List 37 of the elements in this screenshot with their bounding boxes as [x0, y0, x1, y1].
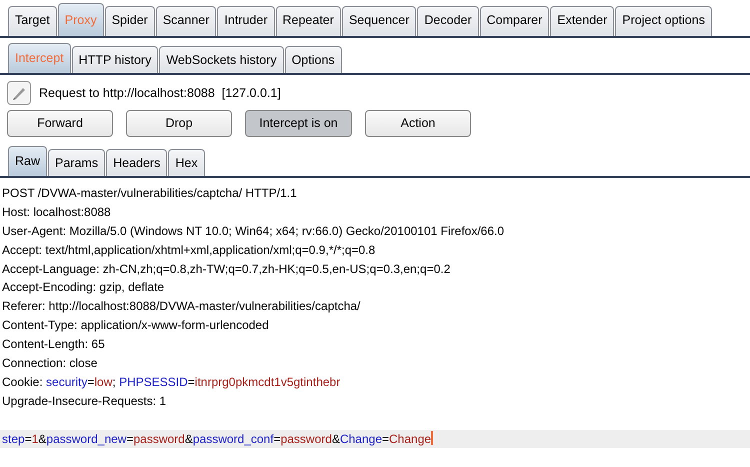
request-line: Content-Length: 65	[2, 337, 105, 352]
request-line: Accept-Encoding: gzip, deflate	[2, 280, 164, 294]
request-line: Cookie: security=low; PHPSESSID=itnrprg0pkmcdt1v5gtinthebr	[2, 374, 340, 389]
main-tab[interactable]: Sequencer	[342, 6, 416, 36]
request-line: POST /DVWA-master/vulnerabilities/captcha/ HTTP/1.1	[2, 186, 297, 200]
sub-tab[interactable]: Options	[284, 46, 342, 73]
action-button[interactable]: Drop	[126, 110, 232, 137]
editor-tab[interactable]: Raw	[8, 146, 48, 176]
request-line: Upgrade-Insecure-Requests: 1	[2, 394, 166, 408]
request-line: step=1&password_new=password&password_conf=password&Change=Change	[2, 432, 432, 446]
main-tab[interactable]: Extender	[550, 6, 614, 36]
request-line: Accept: text/html,application/xhtml+xml,application/xml;q=0.9,*/*;q=0.8	[2, 242, 376, 257]
editor-tab[interactable]: Headers	[106, 149, 168, 176]
sub-tab[interactable]: WebSockets history	[159, 46, 284, 73]
request-line: User-Agent: Mozilla/5.0 (Windows NT 10.0; Win64; x64; rv:66.0) Gecko/20100101 Firefox/66.0	[2, 224, 504, 238]
request-info: Request to http://localhost:8088 [127.0.0.1]	[39, 84, 281, 102]
editor-tab[interactable]: Hex	[168, 149, 205, 176]
main-tab[interactable]: Scanner	[156, 6, 216, 36]
text-cursor	[431, 430, 434, 445]
request-line: Referer: http://localhost:8088/DVWA-master/vulnerabilities/captcha/	[2, 299, 360, 314]
main-tab[interactable]: Target	[8, 6, 57, 36]
main-tab[interactable]: Intruder	[217, 6, 274, 36]
request-line: Host: localhost:8088	[2, 204, 111, 219]
main-tab[interactable]: Spider	[104, 6, 155, 36]
action-button[interactable]: Action	[365, 110, 471, 137]
editor-tab[interactable]: Params	[48, 149, 106, 176]
main-tab[interactable]: Decoder	[417, 6, 479, 36]
action-button[interactable]: Forward	[7, 110, 113, 137]
main-tab[interactable]: Repeater	[276, 6, 341, 36]
request-line: Accept-Language: zh-CN,zh;q=0.8,zh-TW;q=0.7,zh-HK;q=0.5,en-US;q=0.3,en;q=0.2	[2, 262, 450, 276]
main-tab[interactable]: Project options	[615, 6, 712, 36]
main-tab[interactable]: Comparer	[480, 6, 550, 36]
intercept-toggle-button[interactable]: Intercept is on	[245, 110, 352, 137]
edit-icon[interactable]	[7, 81, 31, 105]
sub-tab[interactable]: HTTP history	[72, 46, 158, 73]
request-line: Content-Type: application/x-www-form-urlencoded	[2, 318, 269, 332]
request-line: Connection: close	[2, 356, 98, 370]
